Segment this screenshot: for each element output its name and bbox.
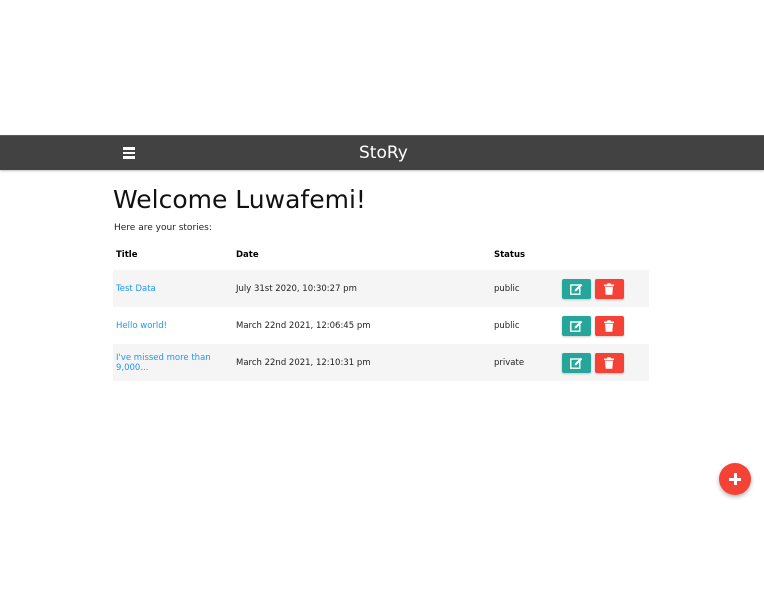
edit-icon xyxy=(570,283,583,295)
table-row: Test Data July 31st 2020, 10:30:27 pm pu… xyxy=(113,270,649,307)
story-title-link[interactable]: Hello world! xyxy=(116,321,167,331)
table-row: Hello world! March 22nd 2021, 12:06:45 p… xyxy=(113,307,649,344)
edit-icon xyxy=(570,320,583,332)
story-date: March 22nd 2021, 12:10:31 pm xyxy=(236,357,371,368)
trash-icon xyxy=(604,356,614,369)
page-subtitle: Here are your stories: xyxy=(114,223,212,233)
row-actions xyxy=(559,307,649,344)
delete-story-button[interactable] xyxy=(595,278,624,299)
delete-story-button[interactable] xyxy=(595,315,624,336)
brand-logo[interactable]: StoRy xyxy=(359,142,408,164)
stories-table: Title Date Status Test Data July 31st 20… xyxy=(113,240,649,381)
story-status: public xyxy=(494,320,520,331)
story-title-link[interactable]: I've missed more than 9,000... xyxy=(116,353,211,373)
column-header-actions xyxy=(559,240,649,270)
column-header-status: Status xyxy=(494,250,526,260)
navbar: StoRy xyxy=(0,135,764,170)
story-status: public xyxy=(494,283,520,294)
add-story-button[interactable] xyxy=(719,463,751,495)
edit-story-button[interactable] xyxy=(562,315,591,336)
story-date: March 22nd 2021, 12:06:45 pm xyxy=(236,320,371,331)
story-title-link[interactable]: Test Data xyxy=(116,284,156,294)
delete-story-button[interactable] xyxy=(595,352,624,373)
table-header-row: Title Date Status xyxy=(113,240,649,270)
edit-story-button[interactable] xyxy=(562,278,591,299)
brand-notch xyxy=(406,16,414,35)
table-row: I've missed more than 9,000... March 22n… xyxy=(113,344,649,381)
column-header-title: Title xyxy=(116,250,138,260)
story-date: July 31st 2020, 10:30:27 pm xyxy=(236,283,357,294)
hamburger-menu-icon[interactable] xyxy=(118,142,140,162)
row-actions xyxy=(559,344,649,381)
page: StoRy Welcome Luwafemi! Here are your st… xyxy=(0,0,764,599)
column-header-date: Date xyxy=(236,250,259,260)
row-actions xyxy=(559,270,649,307)
story-status: private xyxy=(494,357,525,368)
edit-story-button[interactable] xyxy=(562,352,591,373)
edit-icon xyxy=(570,357,583,369)
trash-icon xyxy=(604,319,614,332)
trash-icon xyxy=(604,282,614,295)
page-title: Welcome Luwafemi! xyxy=(113,185,366,214)
